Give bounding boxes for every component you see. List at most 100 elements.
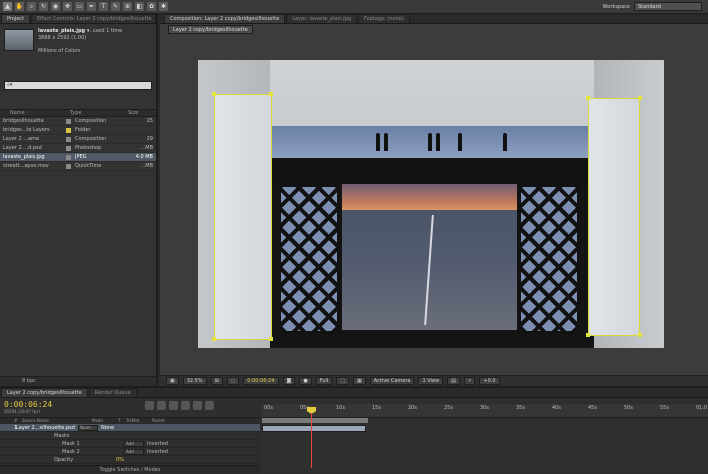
motion-blur-icon[interactable] [193,401,202,410]
current-time-indicator[interactable] [311,413,312,468]
layer-row[interactable]: Mask 1 Add Inverted [0,440,260,448]
composition-canvas[interactable] [198,60,664,348]
sky-band [270,126,594,158]
tab-timeline-comp[interactable]: Layer 2 copy/bridgesilhouette [1,388,88,397]
label-color-swatch[interactable] [66,127,71,133]
region-of-interest-icon[interactable]: ⬚ [336,377,350,385]
project-search-input[interactable]: ⌕▾ [4,81,152,90]
resolution-select[interactable]: Full [315,377,333,385]
eraser-tool-icon[interactable]: ◧ [135,2,144,11]
mask-panel-left[interactable] [214,94,272,340]
column-type[interactable]: Type [70,110,128,116]
viewer-timecode[interactable]: 0:00:06:24 [243,377,279,385]
layer-parent[interactable]: Inverted [147,449,168,455]
camera-tool-icon[interactable]: ◉ [51,2,60,11]
current-frame-display: 00204 (29.97 fps) [4,409,40,414]
time-ruler[interactable]: 00s 05s 10s 15s 20s 25s 30s 35s 40s 45s 50s 55s 01:0 [262,404,708,418]
bridge-tower-left [278,184,340,334]
roto-brush-tool-icon[interactable]: ✿ [147,2,156,11]
comp-mini-flowchart-icon[interactable] [145,401,154,410]
project-panel: Project Effect Controls: Layer 2 copy/br… [0,14,158,386]
puppet-tool-icon[interactable]: ✱ [159,2,168,11]
toggle-pixel-aspect-icon[interactable]: ▤ [447,377,460,385]
project-item[interactable]: lavaste_plais.jpg JPEG 4.0 MB [0,153,156,162]
exposure-value[interactable]: +0.0 [479,377,500,385]
mask-vertex-handle[interactable] [638,333,642,337]
project-item[interactable]: bridgesilhouette Composition 25 [0,117,156,126]
mask-tool-icon[interactable]: ▭ [75,2,84,11]
work-area-bar[interactable] [262,418,368,423]
zoom-select[interactable]: 32.5% [182,377,207,385]
mask-vertex-handle[interactable] [586,96,590,100]
column-size[interactable]: Size [128,110,156,116]
mask-vertex-handle[interactable] [212,337,216,341]
layer-row[interactable]: 1 Layer 2...silhouette.psd Norm None [0,424,260,432]
snapshot-icon[interactable]: ◙ [282,377,296,385]
graph-editor-icon[interactable] [205,401,214,410]
tab-footage[interactable]: Footage: (none) [358,14,410,23]
project-item[interactable]: Layer 2 ...ame Composition 29 [0,135,156,144]
layer-parent[interactable]: None [101,425,114,431]
blend-mode-select[interactable]: Add [124,440,144,447]
current-time-display[interactable]: 0:00:06:24 [4,400,52,409]
color-channel-icon[interactable]: ● [299,377,312,385]
tab-effect-controls[interactable]: Effect Controls: Layer 2 copy/bridgesilh… [30,14,156,23]
tab-render-queue[interactable]: Render Queue [88,388,137,397]
mask-vertex-handle[interactable] [638,96,642,100]
fast-previews-icon[interactable]: ⚡ [463,377,476,385]
draft-3d-icon[interactable] [157,401,166,410]
hand-tool-icon[interactable]: ✋ [15,2,24,11]
toggle-switches-modes[interactable]: Toggle Switches / Modes [0,465,260,474]
rotate-tool-icon[interactable]: ↻ [39,2,48,11]
label-color-swatch[interactable] [66,145,71,151]
transparency-grid-icon[interactable]: ▦ [353,377,366,385]
column-name[interactable]: Name [0,110,70,116]
shy-layers-icon[interactable] [169,401,178,410]
project-item-type: JPEG [75,154,87,160]
selection-tool-icon[interactable]: ▲ [3,2,12,11]
footage-name[interactable]: lavaste_plais.jpg ▾ [38,28,89,34]
project-item[interactable]: streett...apse.mov QuickTime ...MB [0,162,156,171]
layer-row[interactable]: Masks [0,432,260,440]
brush-tool-icon[interactable]: ✎ [111,2,120,11]
project-item-type: Photoshop [75,145,102,151]
project-item[interactable]: bridges...te Layers Folder [0,126,156,135]
mask-vertex-handle[interactable] [586,333,590,337]
pan-behind-tool-icon[interactable]: ✥ [63,2,72,11]
workspace-select[interactable]: Standard [634,2,702,11]
mask-vertex-handle[interactable] [212,92,216,96]
mask-vertex-handle[interactable] [269,92,273,96]
label-color-swatch[interactable] [66,136,71,142]
layer-parent[interactable]: Inverted [147,441,168,447]
always-preview-icon[interactable]: ▣ [166,377,179,385]
mask-visibility-icon[interactable]: ◌ [226,377,240,385]
frame-blending-icon[interactable] [181,401,190,410]
tab-project[interactable]: Project [1,14,30,23]
project-item[interactable]: Layer 2....d.psd Photoshop ...MB [0,144,156,153]
camera-select[interactable]: Active Camera [369,377,415,385]
tab-layer[interactable]: Layer: lavaste_plais.jpg [286,14,358,23]
clone-stamp-tool-icon[interactable]: ⊕ [123,2,132,11]
label-color-swatch[interactable] [66,163,71,169]
label-color-swatch[interactable] [66,154,71,160]
tab-composition[interactable]: Composition: Layer 2 copy/bridgesilhouet… [164,14,286,23]
opacity-value[interactable]: 0% [116,457,124,463]
layer-row[interactable]: Opacity 0% [0,456,260,464]
comp-breadcrumb[interactable]: Layer 2 copy/bridgesilhouette [168,25,253,34]
label-color-swatch[interactable] [66,118,71,124]
project-item-name: Layer 2....d.psd [3,145,42,151]
mask-panel-right[interactable] [588,98,640,336]
layer-row[interactable]: Mask 2 Add Inverted [0,448,260,456]
blend-mode-select[interactable]: Add [124,448,144,455]
view-layout-select[interactable]: 1 View [418,377,444,385]
layer-duration-bar[interactable] [262,425,366,432]
grid-icon[interactable]: ⊞ [210,377,223,385]
bpc-toggle[interactable]: 8 bpc [22,378,36,384]
pen-tool-icon[interactable]: ✒ [87,2,96,11]
silhouette-person [458,133,462,151]
zoom-tool-icon[interactable]: ⌕ [27,2,36,11]
layer-name: Mask 2 [62,448,80,455]
text-tool-icon[interactable]: T [99,2,108,11]
blend-mode-select[interactable]: Norm [78,424,98,431]
mask-vertex-handle[interactable] [269,337,273,341]
